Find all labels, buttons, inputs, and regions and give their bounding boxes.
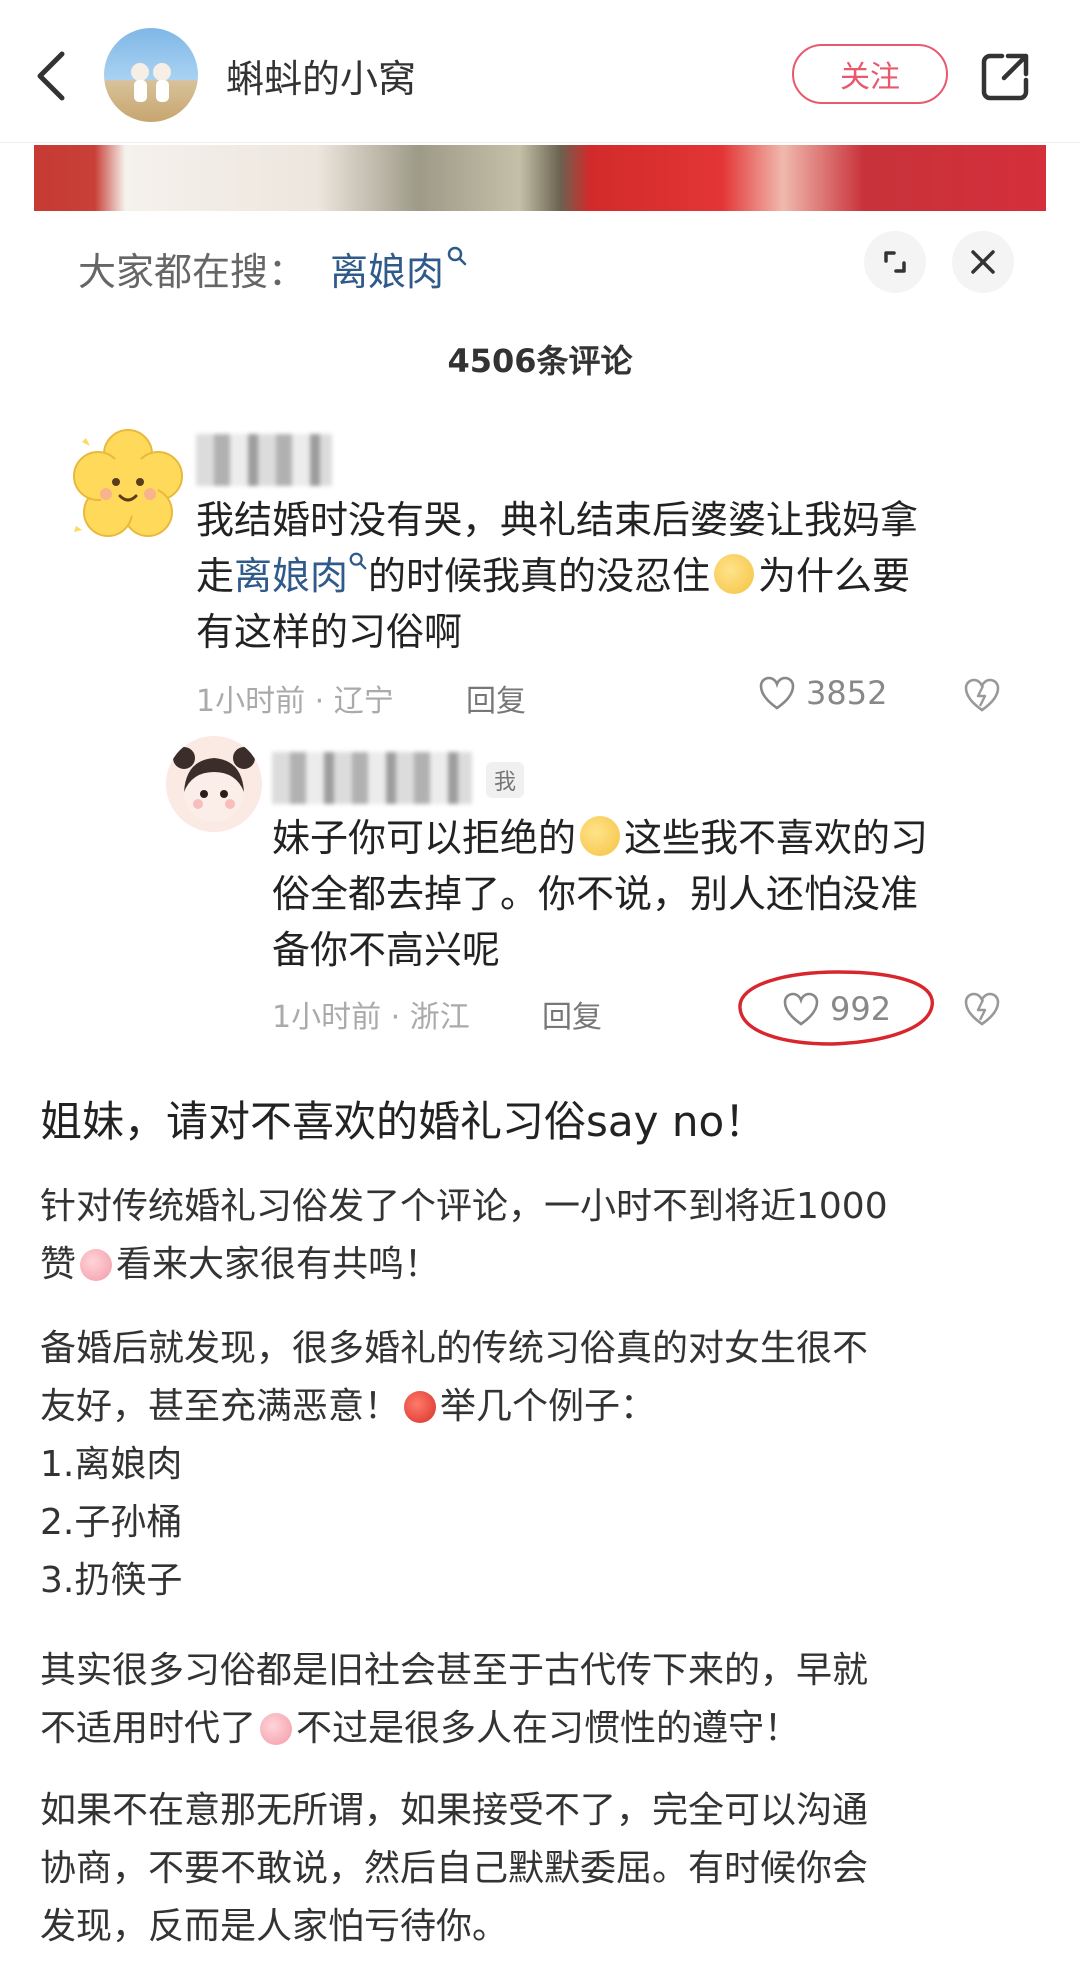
search-icon — [349, 552, 367, 570]
heart-icon — [759, 676, 795, 710]
comments-count: 4506条评论 — [447, 342, 633, 380]
share-icon[interactable] — [978, 48, 1034, 104]
commenter-name-blurred[interactable] — [196, 434, 332, 486]
like-count: 992 — [830, 990, 892, 1028]
comment-text: 我结婚时没有哭，典礼结束后婆婆让我妈拿 走离娘肉 的时候我真的没忍住 为什么要 有这… — [196, 498, 919, 654]
me-badge: 我 — [486, 762, 525, 798]
expand-button[interactable] — [864, 231, 926, 293]
reply-button[interactable]: 回复 — [466, 676, 526, 720]
sweat-smile-emoji-icon — [580, 816, 621, 856]
like-button[interactable]: 992 — [782, 990, 891, 1028]
replier-avatar[interactable] — [166, 736, 262, 832]
post-paragraph-3: 其实很多习俗都是旧社会甚至于古代传下来的，早就 不适用时代了 不过是很多人在习惯性… — [40, 1650, 869, 1749]
reply-meta: 1小时前 · 浙江 — [272, 1000, 470, 1035]
reply-text: 妹子你可以拒绝的 这些我不喜欢的习 俗全都去掉了。你不说，别人还怕没准 备你不高兴… — [272, 816, 929, 972]
list-item: 1.离娘肉 — [40, 1444, 183, 1485]
dislike-icon[interactable] — [962, 676, 1002, 714]
close-icon — [971, 250, 995, 274]
search-suggestion-term[interactable]: 离娘肉 — [330, 241, 468, 296]
comment-keyword-link[interactable]: 离娘肉 — [234, 552, 368, 598]
expand-icon — [884, 251, 906, 273]
post-paragraph-4: 如果不在意那无所谓，如果接受不了，完全可以沟通 协商，不要不敢说，然后自己默默委… — [40, 1790, 869, 1947]
crying-emoji-icon — [714, 554, 755, 594]
replier-name-blurred[interactable] — [272, 752, 472, 804]
emoji-icon — [260, 1713, 293, 1745]
comment-meta: 1小时前 · 辽宁 — [196, 684, 394, 719]
search-suggestion-label: 大家都在搜： — [78, 250, 307, 294]
top-bar: 蝌蚪的小窝 关注 — [0, 0, 1080, 143]
list-item: 2.子孙桶 — [40, 1502, 183, 1543]
post-image[interactable] — [34, 145, 1046, 211]
reply-button[interactable]: 回复 — [542, 992, 602, 1036]
commenter-avatar[interactable] — [60, 416, 196, 552]
close-button[interactable] — [952, 231, 1014, 293]
author-avatar[interactable] — [104, 28, 198, 122]
angry-devil-icon — [404, 1391, 437, 1423]
author-name[interactable]: 蝌蚪的小窝 — [226, 48, 416, 103]
post-title: 姐妹，请对不喜欢的婚礼习俗say no！ — [40, 1097, 767, 1146]
back-arrow-icon[interactable] — [30, 48, 74, 104]
follow-button[interactable]: 关注 — [792, 44, 948, 104]
like-button[interactable]: 3852 — [758, 674, 887, 712]
like-count: 3852 — [806, 674, 888, 712]
post-paragraph-2: 备婚后就发现，很多婚礼的传统习俗真的对女生很不 友好，甚至充满恶意！ 举几个例子：… — [40, 1320, 1040, 1610]
dislike-icon[interactable] — [962, 990, 1002, 1028]
list-item: 3.扔筷子 — [40, 1560, 183, 1601]
heart-icon — [783, 992, 819, 1026]
post-paragraph-1: 针对传统婚礼习俗发了个评论，一小时不到将近1000 赞看来大家很有共鸣！ — [40, 1186, 888, 1285]
emoji-icon — [80, 1249, 113, 1281]
search-suggestion-bar: 大家都在搜： 离娘肉 — [34, 211, 1046, 311]
search-icon — [447, 246, 467, 266]
